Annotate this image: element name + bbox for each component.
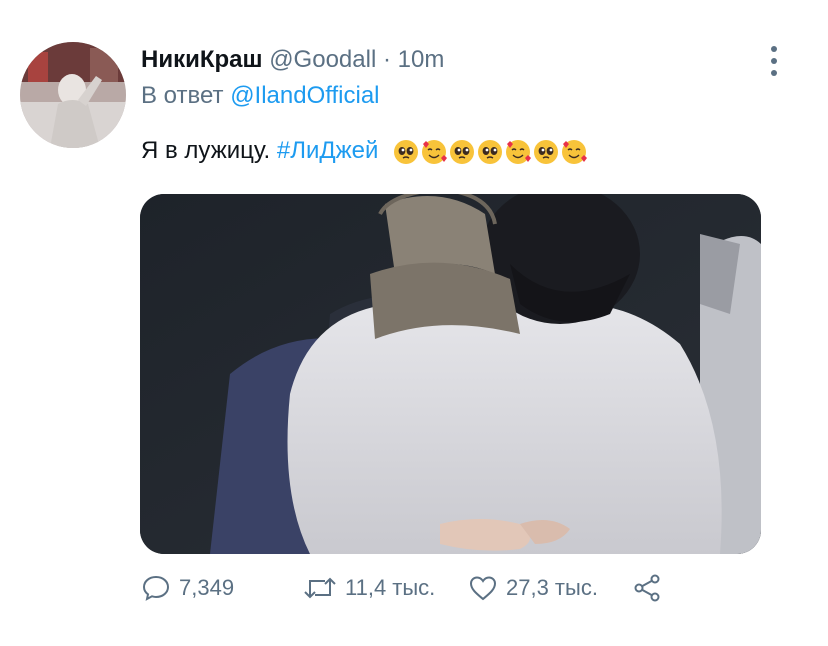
share-button[interactable]: [632, 568, 662, 608]
like-count: 27,3 тыс.: [506, 575, 598, 600]
tweet-media-image[interactable]: [140, 194, 761, 554]
tweet-actions: 7,349 11,4 тыс. 27,3 тыс.: [141, 568, 681, 608]
more-options-icon[interactable]: [764, 46, 784, 76]
emoji-row: [393, 135, 589, 169]
share-icon: [634, 574, 660, 602]
reply-context: В ответ @IlandOfficial: [141, 80, 380, 112]
pleading-face-icon: [450, 140, 475, 165]
avatar[interactable]: [20, 42, 126, 148]
user-handle[interactable]: @Goodall: [269, 46, 376, 73]
smiling-face-with-hearts-icon: [422, 140, 448, 165]
retweet-count: 11,4 тыс.: [345, 575, 436, 600]
tweet-header: НикиКраш @Goodall · 10m: [141, 44, 444, 76]
reply-mention-link[interactable]: @IlandOfficial: [230, 82, 379, 109]
pleading-face-icon: [394, 140, 419, 165]
like-button[interactable]: 27,3 тыс.: [468, 568, 598, 608]
retweet-icon: [304, 577, 336, 599]
timestamp[interactable]: 10m: [398, 46, 445, 73]
tweet[interactable]: НикиКраш @Goodall · 10m В ответ @IlandOf…: [0, 0, 828, 646]
reply-count: 7,349: [179, 575, 235, 600]
tweet-text-content: Я в лужицу.: [141, 137, 271, 164]
pleading-face-icon: [478, 140, 503, 165]
reply-prefix: В ответ: [141, 82, 224, 109]
smiling-face-with-hearts-icon: [562, 140, 588, 165]
reply-button[interactable]: 7,349: [141, 568, 234, 608]
separator-dot: ·: [382, 46, 391, 73]
pleading-face-icon: [534, 140, 559, 165]
reply-icon: [142, 575, 170, 601]
heart-icon: [469, 576, 497, 601]
smiling-face-with-hearts-icon: [506, 140, 532, 165]
retweet-button[interactable]: 11,4 тыс.: [303, 568, 435, 608]
hashtag-link[interactable]: #ЛиДжей: [277, 137, 379, 164]
tweet-text: Я в лужицу. #ЛиДжей: [141, 134, 589, 169]
display-name[interactable]: НикиКраш: [141, 46, 263, 73]
